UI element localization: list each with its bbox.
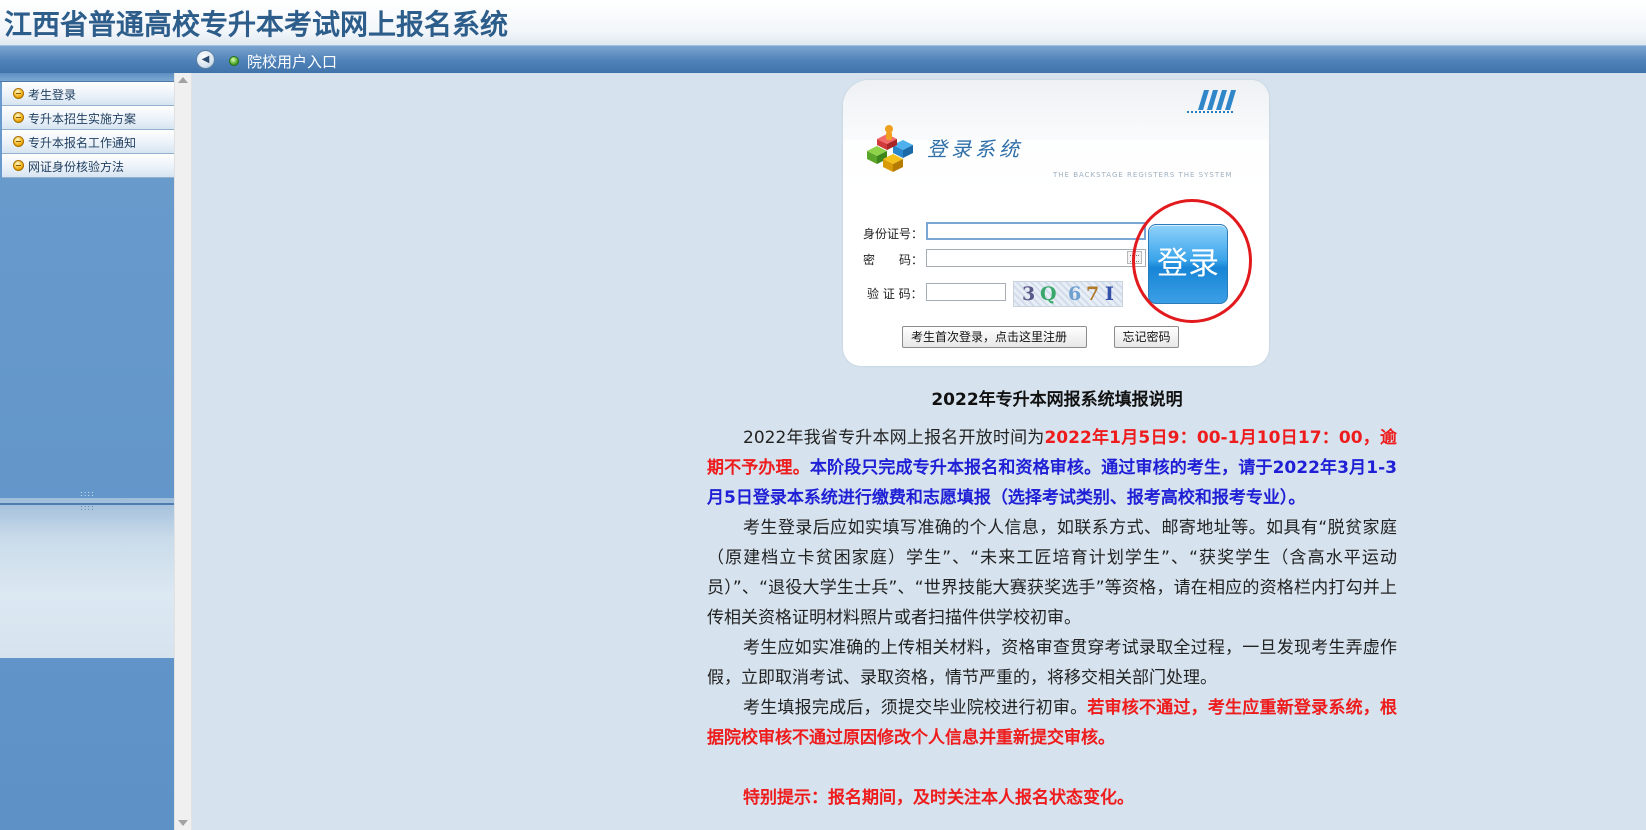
notice-title: 2022年专升本网报系统填报说明 <box>931 390 1183 410</box>
annotation-circle <box>1132 199 1252 323</box>
captcha-char: Q <box>1040 283 1057 305</box>
notice-text: 考生填报完成后，须提交毕业院校进行初审。 <box>743 698 1088 718</box>
password-input[interactable] <box>926 249 1146 267</box>
sidebar-item-id-verification[interactable]: 网证身份核验方法 <box>2 154 174 178</box>
bullet-icon <box>13 136 24 147</box>
captcha-input[interactable] <box>926 283 1006 301</box>
password-label: 密 码： <box>863 253 924 267</box>
header: 江西省普通高校专升本考试网上报名系统 <box>0 0 1646 45</box>
resize-grip-icon[interactable]: :::: <box>80 489 95 498</box>
id-number-input[interactable] <box>926 222 1146 240</box>
sidebar-item-label: 专升本招生实施方案 <box>28 112 137 126</box>
captcha-char: 3 <box>1022 283 1036 305</box>
notice-section: 2022年专升本网报系统填报说明 2022年我省专升本网上报名开放时间为2022… <box>707 385 1397 813</box>
sidebar-scrollbar[interactable] <box>174 73 192 830</box>
notice-body: 2022年我省专升本网上报名开放时间为2022年1月5日9：00-1月10日17… <box>707 423 1397 813</box>
notice-paragraph-1: 2022年我省专升本网上报名开放时间为2022年1月5日9：00-1月10日17… <box>707 423 1397 513</box>
scroll-down-arrow-icon[interactable] <box>178 820 188 826</box>
sidebar-item-label: 专升本报名工作通知 <box>28 136 137 150</box>
register-button[interactable]: 考生首次登录，点击这里注册 <box>902 326 1087 348</box>
dotted-line <box>1187 111 1233 113</box>
login-subtitle: THE BACKSTAGE REGISTERS THE SYSTEM <box>1053 171 1233 179</box>
captcha-char: 7 <box>1086 283 1100 305</box>
sidebar-item-label: 网证身份核验方法 <box>28 160 125 174</box>
id-number-label: 身份证号： <box>863 227 924 241</box>
captcha-char: 6 <box>1068 283 1082 305</box>
forgot-password-button[interactable]: 忘记密码 <box>1114 326 1179 348</box>
sidebar-item-label: 考生登录 <box>28 88 77 102</box>
bullet-icon <box>13 88 24 99</box>
resize-grip-icon[interactable]: :::: <box>80 503 95 512</box>
notice-stage-info: 本阶段只完成专升本报名和资格审核。通过审核的考生，请于2022年3月1-3月5日… <box>707 458 1398 508</box>
site-title: 江西省普通高校专升本考试网上报名系统 <box>4 8 509 41</box>
school-user-entry-link[interactable]: 院校用户入口 <box>247 51 337 72</box>
blocks-logo-icon <box>867 125 913 172</box>
sidebar-header <box>0 73 174 82</box>
notice-paragraph-4: 考生填报完成后，须提交毕业院校进行初审。若审核不通过，考生应重新登录系统，根据院… <box>707 693 1397 753</box>
login-panel: 登录系统 THE BACKSTAGE REGISTERS THE SYSTEM … <box>843 80 1269 366</box>
sidebar-item-student-login[interactable]: 考生登录 <box>2 82 174 106</box>
green-dot-icon <box>229 56 239 66</box>
special-tip: 特别提示：报名期间，及时关注本人报名状态变化。 <box>743 788 1134 808</box>
stripes-logo-icon <box>1198 90 1236 110</box>
captcha-label: 验 证 码： <box>867 287 923 301</box>
sidebar-item-registration-notice[interactable]: 专升本报名工作通知 <box>2 130 174 154</box>
collapse-sidebar-icon[interactable]: ◀ <box>196 50 215 69</box>
sidebar: 考生登录 专升本招生实施方案 专升本报名工作通知 网证身份核验方法 :::: :… <box>0 73 174 830</box>
bullet-icon <box>13 160 24 171</box>
top-nav-bar: ◀ 院校用户入口 <box>0 45 1646 73</box>
bullet-icon <box>13 112 24 123</box>
notice-paragraph-3: 考生应如实准确的上传相关材料，资格审查贯穿考试录取全过程，一旦发现考生弄虚作假，… <box>707 638 1397 688</box>
sidebar-item-admission-plan[interactable]: 专升本招生实施方案 <box>2 106 174 130</box>
notice-text: 2022年我省专升本网上报名开放时间为 <box>743 428 1045 448</box>
captcha-image[interactable]: 3 Q 6 7 I <box>1013 281 1123 307</box>
scroll-up-arrow-icon[interactable] <box>178 77 188 83</box>
notice-paragraph-2: 考生登录后应如实填写准确的个人信息，如联系方式、邮寄地址等。如具有“脱贫家庭（原… <box>707 518 1397 628</box>
sidebar-lower-panel <box>0 498 174 658</box>
captcha-char: I <box>1105 283 1114 305</box>
login-title: 登录系统 <box>927 137 1023 161</box>
